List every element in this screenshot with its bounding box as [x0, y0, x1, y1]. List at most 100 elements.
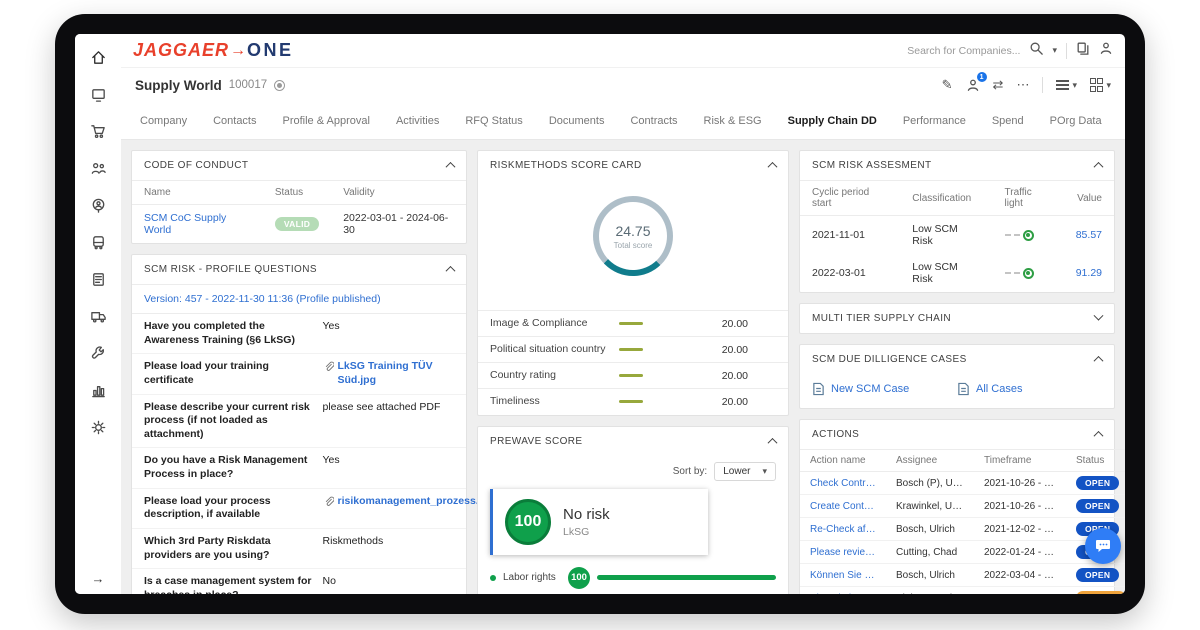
settings-gear-icon[interactable]	[89, 418, 107, 436]
collapse-chevron-icon[interactable]	[767, 437, 778, 448]
risk-value-link[interactable]: 85.57	[1064, 216, 1114, 255]
due-diligence-title: SCM DUE DILLIGENCE CASES	[812, 354, 967, 365]
assign-count-badge: 1	[976, 72, 987, 82]
topbar: JAGGAER → ONE ▾	[121, 34, 1125, 68]
question-text: Have you completed the Awareness Trainin…	[144, 320, 295, 346]
suppliers-icon[interactable]	[89, 159, 107, 177]
tab-profile-approval[interactable]: Profile & Approval	[270, 115, 383, 127]
table-row: Re-Check after 4... Bosch, Ulrich 2021-1…	[800, 517, 1125, 541]
tab-risk-esg[interactable]: Risk & ESG	[691, 115, 775, 127]
sourcing-pin-icon[interactable]	[89, 196, 107, 214]
jaggaer-one-logo[interactable]: JAGGAER → ONE	[133, 40, 294, 61]
dashboard-content: CODE OF CONDUCT Name Status Validity SCM…	[121, 140, 1125, 594]
attachment-link[interactable]: LkSG Training TÜV Süd.jpg	[323, 360, 455, 387]
add-tab-button[interactable]: +	[1115, 112, 1125, 129]
transfer-icon[interactable]: ⇄	[993, 77, 1004, 93]
supplier-id: 100017	[228, 79, 268, 91]
tab-performance[interactable]: Performance	[890, 115, 979, 127]
action-name-link[interactable]: Please review th...	[800, 540, 886, 564]
action-assignee: Sieber, Martin	[886, 586, 974, 594]
scm-risk-assessment-title: SCM RISK ASSESMENT	[812, 160, 932, 171]
sidebar-expand-arrow-icon[interactable]: →	[92, 571, 105, 586]
action-name-link[interactable]: Create Contract ...	[800, 494, 886, 518]
actions-col-name: Action name	[800, 449, 886, 472]
grid-view-button[interactable]: ▾	[1089, 78, 1111, 92]
tab-supply-chain-dd[interactable]: Supply Chain DD	[775, 115, 890, 127]
score-value: 20.00	[721, 343, 748, 356]
action-name-link[interactable]: Können Sie die ...	[800, 563, 886, 587]
profile-version-link[interactable]: Version: 457 - 2022-11-30 11:36 (Profile…	[132, 284, 466, 314]
supplier-name: Supply World	[135, 77, 222, 93]
collapse-chevron-icon[interactable]	[767, 161, 778, 172]
question-row: Please load your process description, if…	[132, 489, 495, 530]
library-icon[interactable]	[1076, 41, 1090, 60]
home-icon[interactable]	[89, 48, 107, 66]
fleet-icon[interactable]	[89, 233, 107, 251]
question-text: Which 3rd Party Riskdata providers are y…	[144, 535, 271, 561]
tab-porg-data[interactable]: POrg Data	[1037, 115, 1115, 127]
multi-tier-title: MULTI TIER SUPPLY CHAIN	[812, 313, 952, 324]
action-name-link[interactable]: Re-Check after 4...	[800, 517, 886, 541]
tab-contracts[interactable]: Contracts	[617, 115, 690, 127]
more-options-icon[interactable]: ⋯	[1016, 77, 1029, 93]
action-assignee: Bosch, Ulrich	[886, 517, 974, 541]
collapse-chevron-icon[interactable]	[445, 265, 456, 276]
sort-label: Sort by:	[672, 465, 708, 477]
collapse-chevron-icon[interactable]	[445, 161, 456, 172]
assessment-col-value: Value	[1063, 180, 1114, 216]
documents-icon[interactable]	[89, 270, 107, 288]
workspace-icon[interactable]	[89, 85, 107, 103]
list-view-button[interactable]: ▾	[1056, 80, 1077, 91]
tab-documents[interactable]: Documents	[536, 115, 618, 127]
edit-pencil-icon[interactable]: ✎	[942, 77, 953, 93]
question-row: Please describe your current risk proces…	[132, 395, 466, 449]
score-value: 20.00	[721, 317, 748, 330]
riskmethods-title: RISKMETHODS SCORE CARD	[490, 160, 642, 171]
table-row: 2022-03-01 Low SCM Risk 91.29	[800, 254, 1114, 292]
logistics-truck-icon[interactable]	[89, 307, 107, 325]
prewave-title: PREWAVE SCORE	[490, 435, 583, 447]
company-search-input[interactable]	[880, 44, 1021, 57]
collapse-chevron-icon[interactable]	[1093, 430, 1104, 441]
tab-rfq-status[interactable]: RFQ Status	[452, 115, 535, 127]
tab-spend[interactable]: Spend	[979, 115, 1037, 127]
score-label: Timeliness	[490, 395, 540, 408]
action-assignee: Bosch, Ulrich	[886, 563, 974, 587]
action-name-link[interactable]: Bitte ein interne...	[800, 586, 886, 594]
tab-contacts[interactable]: Contacts	[200, 115, 269, 127]
action-assignee: Cutting, Chad	[886, 540, 974, 564]
new-scm-case-link[interactable]: New SCM Case	[812, 382, 957, 396]
tab-company[interactable]: Company	[127, 115, 200, 127]
attachment-link[interactable]: risikomanagement_prozess.pdf	[323, 495, 495, 522]
coc-name-link[interactable]: SCM CoC Supply World	[132, 205, 263, 244]
due-diligence-card: SCM DUE DILLIGENCE CASES New SCM Case Al…	[799, 344, 1115, 409]
question-row: Which 3rd Party Riskdata providers are y…	[132, 529, 466, 570]
risk-value-link[interactable]: 91.29	[1064, 254, 1114, 292]
tab-activities[interactable]: Activities	[383, 115, 452, 127]
device-frame: → JAGGAER → ONE ▾	[55, 14, 1145, 614]
assign-user-icon[interactable]: 1	[966, 72, 987, 92]
expand-chevron-icon[interactable]	[1093, 310, 1104, 321]
search-icon[interactable]	[1029, 41, 1044, 60]
chat-fab-button[interactable]	[1085, 528, 1121, 564]
paperclip-icon	[325, 361, 334, 372]
list-view-icon	[1056, 79, 1070, 91]
collapse-chevron-icon[interactable]	[1093, 161, 1104, 172]
analytics-chart-icon[interactable]	[89, 381, 107, 399]
cart-icon[interactable]	[89, 122, 107, 140]
user-icon[interactable]	[1099, 41, 1113, 60]
question-text: Please load your process description, if…	[144, 494, 271, 521]
sort-value: Lower	[723, 465, 751, 477]
supplier-target-icon[interactable]	[274, 79, 286, 91]
supplier-actions: ✎ 1 ⇄ ⋯ ▾ ▾	[942, 72, 1111, 93]
action-timeframe: 2021-10-26 - 20...	[974, 494, 1066, 518]
sort-dropdown[interactable]: Lower ▾	[714, 461, 776, 481]
all-cases-link[interactable]: All Cases	[957, 382, 1102, 396]
action-name-link[interactable]: Check Contract ...	[800, 471, 886, 495]
period-value: 2022-03-01	[812, 267, 866, 279]
search-scope-caret-icon[interactable]: ▾	[1052, 45, 1057, 56]
question-row: Have you completed the Awareness Trainin…	[132, 314, 466, 355]
collapse-chevron-icon[interactable]	[1093, 355, 1104, 366]
tools-wrench-icon[interactable]	[89, 344, 107, 362]
action-timeframe: 2021-12-02 - 20...	[974, 517, 1066, 541]
